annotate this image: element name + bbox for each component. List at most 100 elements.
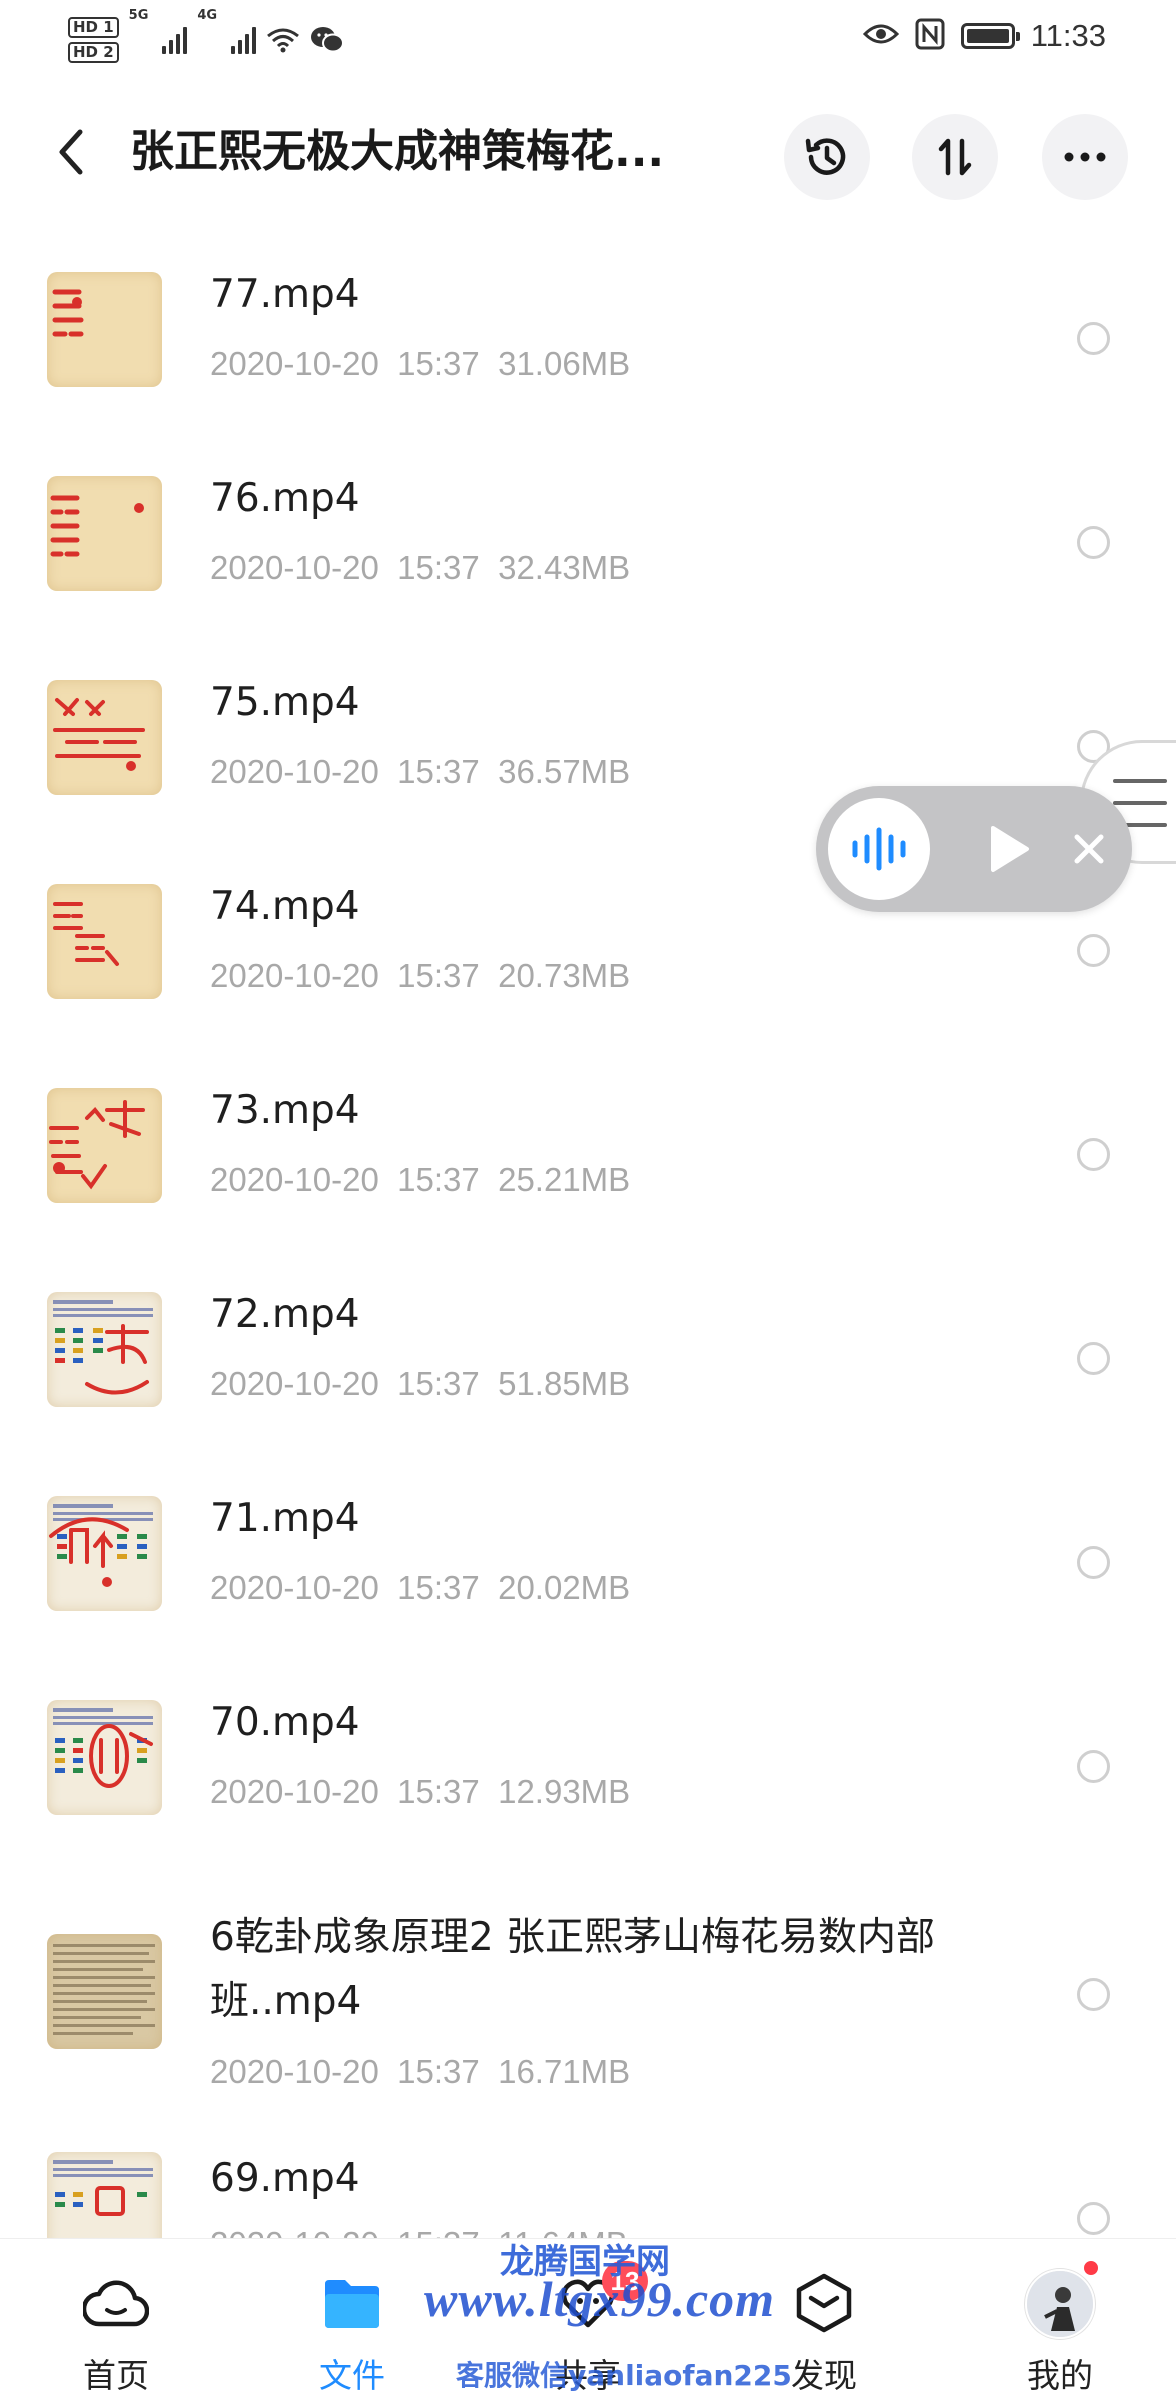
file-time: 15:37 (397, 1569, 480, 1606)
select-radio[interactable] (1077, 934, 1110, 967)
header-bar: 张正熙无极大成神策梅花... (0, 90, 1176, 216)
nav-profile[interactable]: 我的 (970, 2239, 1150, 2400)
more-button[interactable] (1042, 114, 1128, 200)
file-time: 15:37 (397, 345, 480, 382)
file-name: 76.mp4 (210, 476, 360, 521)
select-radio[interactable] (1077, 1978, 1110, 2011)
more-icon (1064, 152, 1106, 162)
page-title: 张正熙无极大成神策梅花... (130, 126, 665, 177)
file-size: 25.21MB (498, 1161, 631, 1198)
file-meta: 2020-10-20 15:37 31.06MB (210, 344, 630, 384)
nav-discover[interactable]: 发现 (734, 2239, 914, 2400)
history-button[interactable] (784, 114, 870, 200)
sort-icon (938, 138, 972, 176)
video-thumbnail (47, 476, 162, 591)
battery-icon (960, 23, 1020, 49)
hd-2-label: HD 2 (68, 42, 119, 63)
file-name: 75.mp4 (210, 680, 360, 725)
select-radio[interactable] (1077, 526, 1110, 559)
video-thumbnail (47, 1088, 162, 1203)
file-date: 2020-10-20 (210, 2053, 379, 2090)
video-thumbnail (47, 884, 162, 999)
select-radio[interactable] (1077, 322, 1110, 355)
avatar (1025, 2269, 1095, 2339)
select-radio[interactable] (1077, 1546, 1110, 1579)
file-time: 15:37 (397, 1773, 480, 1810)
file-meta: 2020-10-20 15:37 32.43MB (210, 548, 630, 588)
nav-profile-label: 我的 (1027, 2356, 1093, 2395)
file-name: 77.mp4 (210, 272, 360, 317)
file-size: 12.93MB (498, 1773, 631, 1810)
share-badge: 13 (602, 2261, 648, 2301)
file-name: 70.mp4 (210, 1700, 360, 1745)
cloud-icon (82, 2269, 150, 2337)
nav-home[interactable]: 首页 (26, 2239, 206, 2400)
file-date: 2020-10-20 (210, 957, 379, 994)
back-button[interactable] (46, 120, 96, 184)
wechat-icon (310, 26, 345, 54)
file-time: 15:37 (397, 549, 480, 586)
signal-icon (162, 26, 188, 54)
file-size: 20.02MB (498, 1569, 631, 1606)
nav-home-label: 首页 (83, 2356, 149, 2395)
file-date: 2020-10-20 (210, 1773, 379, 1810)
video-thumbnail (47, 1934, 162, 2049)
file-meta: 2020-10-20 15:37 20.02MB (210, 1568, 630, 1608)
clock: 11:33 (1030, 18, 1106, 53)
video-thumbnail (47, 680, 162, 795)
sort-button[interactable] (912, 114, 998, 200)
floating-audio-player[interactable] (816, 786, 1132, 912)
file-meta: 2020-10-20 15:37 36.57MB (210, 752, 630, 792)
network-4g-label: 4G (197, 8, 218, 23)
wifi-icon (266, 27, 300, 53)
hd-1-label: HD 1 (68, 17, 119, 38)
nav-files-label: 文件 (319, 2356, 385, 2395)
notification-dot (1082, 2259, 1100, 2277)
file-date: 2020-10-20 (210, 753, 379, 790)
play-button[interactable] (982, 822, 1036, 876)
bottom-navigation: 首页 文件 13 共享 发现 我的 (0, 2238, 1176, 2400)
file-time: 15:37 (397, 957, 480, 994)
file-date: 2020-10-20 (210, 1569, 379, 1606)
file-time: 15:37 (397, 753, 480, 790)
file-date: 2020-10-20 (210, 549, 379, 586)
nav-share[interactable]: 13 共享 (498, 2239, 678, 2400)
file-meta: 2020-10-20 15:37 51.85MB (210, 1364, 630, 1404)
file-name: 72.mp4 (210, 1292, 360, 1337)
audio-wave-button[interactable] (828, 798, 930, 900)
file-size: 36.57MB (498, 753, 631, 790)
select-radio[interactable] (1077, 2202, 1110, 2235)
file-name: 71.mp4 (210, 1496, 360, 1541)
file-size: 31.06MB (498, 345, 631, 382)
nfc-icon (915, 18, 945, 54)
file-meta: 2020-10-20 15:37 16.71MB (210, 2052, 630, 2092)
video-thumbnail (47, 1292, 162, 1407)
eye-icon (862, 22, 899, 50)
status-bar: HD 1 HD 2 5G 4G 11:33 (0, 0, 1176, 80)
select-radio[interactable] (1077, 1342, 1110, 1375)
history-icon (805, 138, 846, 175)
file-time: 15:37 (397, 2053, 480, 2090)
file-size: 16.71MB (498, 2053, 631, 2090)
folder-icon (318, 2269, 386, 2337)
file-name: 6乾卦成象原理2 张正熙茅山梅花易数内部班..mp4 (210, 1915, 936, 2024)
file-size: 32.43MB (498, 549, 631, 586)
video-thumbnail (47, 1496, 162, 1611)
file-name: 73.mp4 (210, 1088, 360, 1133)
network-5g-label: 5G (128, 8, 149, 23)
nav-files[interactable]: 文件 (262, 2239, 442, 2400)
chevron-left-icon (59, 129, 83, 175)
file-date: 2020-10-20 (210, 345, 379, 382)
signal-icon (231, 26, 257, 54)
file-size: 51.85MB (498, 1365, 631, 1402)
file-size: 20.73MB (498, 957, 631, 994)
nav-discover-label: 发现 (791, 2356, 857, 2395)
select-radio[interactable] (1077, 1138, 1110, 1171)
status-left: HD 1 HD 2 5G 4G (68, 8, 345, 70)
file-meta: 2020-10-20 15:37 12.93MB (210, 1772, 630, 1812)
file-time: 15:37 (397, 1365, 480, 1402)
close-player-button[interactable] (1066, 826, 1112, 872)
select-radio[interactable] (1077, 1750, 1110, 1783)
file-date: 2020-10-20 (210, 1161, 379, 1198)
close-icon (1074, 834, 1104, 864)
